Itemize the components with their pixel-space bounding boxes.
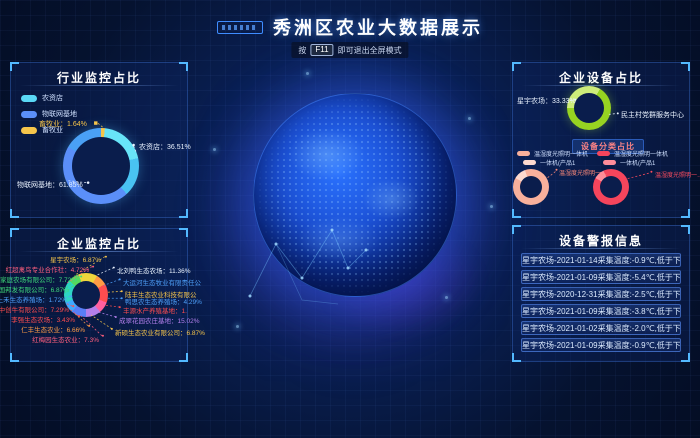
legend-item-class-right-1[interactable]: 温湿度光照明一体机	[597, 149, 668, 158]
legend-label: 物联网基地	[42, 109, 77, 119]
corner-decoration	[10, 209, 19, 218]
callout-label: 民主村党群服务中心	[621, 110, 684, 120]
callout-label: 温湿度光照明一…	[559, 168, 607, 177]
alarm-list: 星宇农场-2021-01-14采集温度:-0.9℃,低于下限:0℃ 星宇农场-2…	[521, 253, 681, 355]
enterprise-slice-label: 上禾生态养殖场：1.72%	[0, 294, 67, 304]
corner-decoration	[10, 228, 19, 237]
panel-title: 行业监控占比	[11, 63, 187, 86]
callout-label: 畜牧业：1.64%	[39, 119, 87, 129]
enterprise-slice-label: 李强生态农场：3.43%	[11, 314, 75, 324]
legend-chip	[597, 151, 610, 156]
legend-chip	[21, 95, 37, 102]
panel-device-ratio: 企业设备占比 星宇农场：33.33% 民主村党群服务中心 设备分类占比 温湿度光…	[512, 62, 690, 218]
enterprise-slice-label: 红梅园生态农业：7.3%	[32, 334, 99, 344]
legend-label: 温湿度光照明一体机	[614, 149, 668, 158]
hint-suffix: 即可退出全屏模式	[338, 45, 402, 56]
legend-chip	[603, 160, 616, 165]
enterprise-slice-label: 国邦发有限公司：6.87%	[0, 284, 69, 294]
spark-dot	[236, 325, 239, 328]
corner-decoration	[10, 353, 19, 362]
industry-donut-chart[interactable]	[63, 128, 139, 204]
corner-decoration	[179, 353, 188, 362]
spark-dot	[468, 117, 471, 120]
panel-enterprise-monitor-ratio: 企业监控占比 星宇农场：6.87% 红超禽鸟专业合作社：4.72% 家庭农场有限…	[10, 228, 188, 362]
spark-dot	[306, 72, 309, 75]
classification-donut-left[interactable]	[513, 169, 549, 205]
spark-dot	[213, 148, 216, 151]
corner-decoration	[179, 62, 188, 71]
enterprise-slice-label: 中创牛有限公司：7.29%	[0, 304, 69, 314]
callout-label: 物联网基地：61.85%	[17, 180, 83, 190]
callout-label: 星宇农场：33.33%	[517, 96, 576, 106]
corner-decoration	[179, 228, 188, 237]
legend-item-class-left-1[interactable]: 温湿度光照明一体机	[517, 149, 588, 158]
enterprise-slice-label: 成翠花园农庄基地：15.02%	[119, 315, 200, 325]
corner-decoration	[512, 353, 521, 362]
callout-label: 温湿度光照明一…	[655, 170, 700, 179]
corner-decoration	[179, 209, 188, 218]
corner-decoration	[512, 209, 521, 218]
legend-item-class-left-2[interactable]: 一体机(产品1	[523, 158, 575, 167]
legend-label: 一体机(产品1	[540, 158, 575, 167]
enterprise-slice-label: 新硕生态农业有限公司：6.87%	[115, 327, 205, 337]
panel-title: 企业监控占比	[11, 229, 187, 252]
f11-key-badge: F11	[310, 44, 333, 56]
callout-label: 农资店：36.51%	[139, 142, 191, 152]
corner-decoration	[681, 353, 690, 362]
corner-decoration	[681, 62, 690, 71]
enterprise-slice-label: 大运河生态牧业有限责任公	[123, 277, 201, 287]
page-title: 秀洲区农业大数据展示	[273, 14, 483, 40]
legend-label: 一体机(产品1	[620, 158, 655, 167]
legend-item-nongzidian[interactable]: 农资店	[21, 93, 77, 103]
alarm-row: 星宇农场-2021-01-14采集温度:-0.9℃,低于下限:0℃	[521, 253, 681, 267]
spark-dot	[445, 296, 448, 299]
alarm-row: 星宇农场-2021-01-09采集温度:-0.9℃,低于下限:0℃	[521, 338, 681, 352]
panel-industry-monitor-ratio: 行业监控占比 农资店 物联网基地 畜牧业 畜牧业：1.64% 农资店：36.51…	[10, 62, 188, 218]
legend-chip	[21, 127, 37, 134]
device-donut-chart[interactable]	[567, 86, 611, 130]
legend-label: 农资店	[42, 93, 63, 103]
corner-decoration	[512, 62, 521, 71]
header-logo	[217, 21, 263, 34]
spark-dot	[490, 205, 493, 208]
legend-item-class-right-2[interactable]: 一体机(产品1	[603, 158, 655, 167]
enterprise-slice-label: 家庭农场有限公司：7.72%	[0, 274, 77, 284]
enterprise-slice-label: 丰源水产养殖基地：1.	[123, 305, 187, 315]
legend-chip	[523, 160, 536, 165]
corner-decoration	[681, 209, 690, 218]
panel-title: 设备警报信息	[513, 226, 689, 249]
enterprise-slice-label: 红超禽鸟专业合作社：4.72%	[6, 264, 89, 274]
corner-decoration	[512, 225, 521, 234]
divider	[19, 85, 179, 86]
divider	[521, 85, 681, 86]
network-lines-decoration	[238, 208, 388, 318]
panel-title: 企业设备占比	[513, 63, 689, 86]
hint-prefix: 按	[298, 45, 306, 56]
alarm-row: 星宇农场-2021-01-02采集温度:-2.0℃,低于下限:0℃	[521, 321, 681, 335]
alarm-row: 星宇农场-2021-01-09采集温度:-3.8℃,低于下限:0℃	[521, 304, 681, 318]
alarm-row: 星宇农场-2021-01-09采集温度:-5.4℃,低于下限:0℃	[521, 270, 681, 284]
legend-item-wulianwang[interactable]: 物联网基地	[21, 109, 77, 119]
legend-chip	[21, 111, 37, 118]
enterprise-slice-label: 星宇农场：6.87%	[50, 254, 101, 264]
fullscreen-hint: 按 F11 即可退出全屏模式	[291, 42, 408, 58]
enterprise-slice-label: 北刘鸭生态农场：11.36%	[117, 265, 191, 275]
panel-device-alarm-info: 设备警报信息 星宇农场-2021-01-14采集温度:-0.9℃,低于下限:0℃…	[512, 225, 690, 362]
industry-legend: 农资店 物联网基地 畜牧业	[21, 93, 77, 141]
corner-decoration	[10, 62, 19, 71]
divider	[19, 251, 179, 252]
alarm-row: 星宇农场-2020-12-31采集温度:-2.5℃,低于下限:0℃	[521, 287, 681, 301]
legend-chip	[517, 151, 530, 156]
header: 秀洲区农业大数据展示	[0, 14, 700, 40]
enterprise-slice-label: 仁丰生态农业：6.66%	[21, 324, 85, 334]
legend-label: 温湿度光照明一体机	[534, 149, 588, 158]
corner-decoration	[681, 225, 690, 234]
divider	[521, 248, 681, 249]
